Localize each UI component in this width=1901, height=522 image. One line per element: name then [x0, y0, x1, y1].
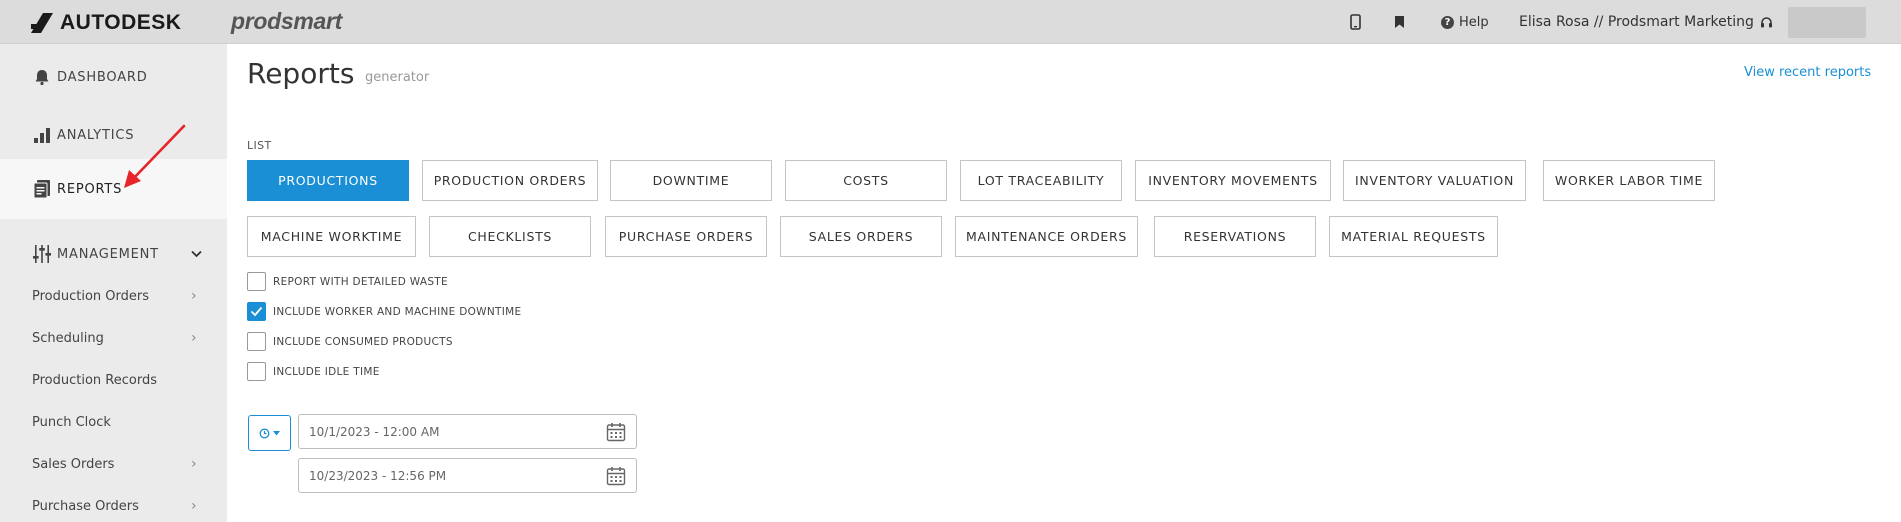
sidebar-item-dashboard[interactable]: DASHBOARD: [0, 54, 227, 100]
list-label: LIST: [247, 139, 272, 152]
report-type-checklists[interactable]: CHECKLISTS: [429, 216, 591, 257]
report-type-productions[interactable]: PRODUCTIONS: [247, 160, 409, 201]
report-type-sales-orders[interactable]: SALES ORDERS: [780, 216, 942, 257]
clock-icon: [259, 428, 270, 438]
sidebar-subitem-purchase-orders[interactable]: Purchase Orders ›: [0, 485, 227, 522]
sidebar-subitem-punch-clock[interactable]: Punch Clock: [0, 401, 227, 443]
report-type-inventory-valuation[interactable]: INVENTORY VALUATION: [1343, 160, 1526, 201]
sidebar-subitem-production-records[interactable]: Production Records: [0, 359, 227, 401]
sidebar-item-label: ANALYTICS: [57, 127, 135, 143]
sidebar-item-label: MANAGEMENT: [57, 246, 159, 262]
sliders-icon: [31, 243, 53, 265]
user-account-menu[interactable]: Elisa Rosa // Prodsmart Marketing: [1519, 0, 1773, 44]
report-icon: [31, 178, 53, 200]
sidebar-item-reports[interactable]: REPORTS: [0, 159, 227, 219]
autodesk-logo[interactable]: AUTODESK: [30, 11, 181, 35]
user-name: Elisa Rosa // Prodsmart Marketing: [1519, 14, 1754, 30]
date-to-value: 10/23/2023 - 12:56 PM: [309, 468, 447, 483]
sidebar-subitem-production-orders[interactable]: Production Orders ›: [0, 275, 227, 317]
caret-down-icon: [273, 430, 280, 435]
sidebar: DASHBOARD ANALYTICS REPORTS MANAGEMENT P…: [0, 44, 227, 522]
report-type-costs[interactable]: COSTS: [785, 160, 947, 201]
report-type-purchase-orders[interactable]: PURCHASE ORDERS: [605, 216, 767, 257]
main-content: Reports generator View recent reports LI…: [227, 44, 1901, 522]
report-type-downtime[interactable]: DOWNTIME: [610, 160, 772, 201]
mobile-button[interactable]: [1350, 0, 1361, 44]
option-idle-time[interactable]: INCLUDE IDLE TIME: [247, 362, 380, 381]
autodesk-wordmark: AUTODESK: [60, 11, 182, 34]
sidebar-subitem-sales-orders[interactable]: Sales Orders ›: [0, 443, 227, 485]
date-preset-dropdown[interactable]: [248, 415, 291, 451]
bookmark-button[interactable]: [1394, 0, 1405, 44]
report-type-inventory-movements[interactable]: INVENTORY MOVEMENTS: [1135, 160, 1331, 201]
sidebar-subitem-label: Purchase Orders: [32, 498, 139, 514]
sidebar-subitem-label: Punch Clock: [32, 414, 111, 430]
sidebar-subitem-label: Scheduling: [32, 330, 104, 346]
help-icon: ?: [1441, 15, 1454, 29]
date-from-value: 10/1/2023 - 12:00 AM: [309, 424, 440, 439]
autodesk-logo-icon: [31, 13, 53, 33]
sidebar-subitem-label: Production Orders: [32, 288, 150, 304]
option-consumed-products[interactable]: INCLUDE CONSUMED PRODUCTS: [247, 332, 453, 351]
report-type-lot-traceability[interactable]: LOT TRACEABILITY: [960, 160, 1122, 201]
view-recent-reports-link[interactable]: View recent reports: [1744, 65, 1871, 80]
calendar-icon[interactable]: [606, 466, 626, 486]
chevron-right-icon: ›: [191, 498, 197, 514]
top-bar: AUTODESK prodsmart ? Help Elisa Rosa // …: [0, 0, 1901, 44]
option-label: INCLUDE IDLE TIME: [273, 365, 380, 378]
checkbox[interactable]: [247, 332, 266, 351]
calendar-icon[interactable]: [606, 422, 626, 442]
sidebar-subitem-label: Production Records: [32, 372, 157, 388]
checkbox[interactable]: [247, 362, 266, 381]
avatar[interactable]: [1788, 7, 1866, 38]
report-type-machine-worktime[interactable]: MACHINE WORKTIME: [247, 216, 416, 257]
date-from-field[interactable]: 10/1/2023 - 12:00 AM: [298, 414, 637, 449]
option-worker-machine-downtime[interactable]: INCLUDE WORKER AND MACHINE DOWNTIME: [247, 302, 521, 321]
report-type-reservations[interactable]: RESERVATIONS: [1154, 216, 1316, 257]
chevron-down-icon: [191, 247, 202, 261]
report-type-worker-labor-time[interactable]: WORKER LABOR TIME: [1543, 160, 1715, 201]
mobile-phone-icon: [1350, 14, 1361, 30]
sidebar-item-analytics[interactable]: ANALYTICS: [0, 112, 227, 158]
sidebar-item-label: DASHBOARD: [57, 69, 148, 85]
help-label: Help: [1459, 14, 1489, 30]
bookmark-icon: [1395, 16, 1404, 28]
bar-chart-icon: [31, 124, 53, 146]
headset-icon: [1760, 16, 1772, 27]
chevron-right-icon: ›: [191, 288, 197, 304]
option-label: INCLUDE WORKER AND MACHINE DOWNTIME: [273, 305, 522, 318]
help-button[interactable]: ? Help: [1441, 0, 1489, 44]
option-detailed-waste[interactable]: REPORT WITH DETAILED WASTE: [247, 272, 448, 291]
report-type-material-requests[interactable]: MATERIAL REQUESTS: [1329, 216, 1498, 257]
checkbox-checked[interactable]: [247, 302, 266, 321]
sidebar-item-label: REPORTS: [57, 181, 123, 197]
page-title: Reports: [247, 57, 355, 90]
chevron-right-icon: ›: [191, 330, 197, 346]
sidebar-subitem-label: Sales Orders: [32, 456, 115, 472]
option-label: INCLUDE CONSUMED PRODUCTS: [273, 335, 453, 348]
checkbox[interactable]: [247, 272, 266, 291]
option-label: REPORT WITH DETAILED WASTE: [273, 275, 448, 288]
prodsmart-logo[interactable]: prodsmart: [231, 8, 342, 35]
report-type-maintenance-orders[interactable]: MAINTENANCE ORDERS: [955, 216, 1138, 257]
chevron-right-icon: ›: [191, 456, 197, 472]
sidebar-subitem-scheduling[interactable]: Scheduling ›: [0, 317, 227, 359]
bell-icon: [31, 66, 53, 88]
date-to-field[interactable]: 10/23/2023 - 12:56 PM: [298, 458, 637, 493]
checkmark-icon: [250, 306, 263, 317]
report-type-production-orders[interactable]: PRODUCTION ORDERS: [422, 160, 598, 201]
page-subtitle: generator: [365, 70, 430, 85]
